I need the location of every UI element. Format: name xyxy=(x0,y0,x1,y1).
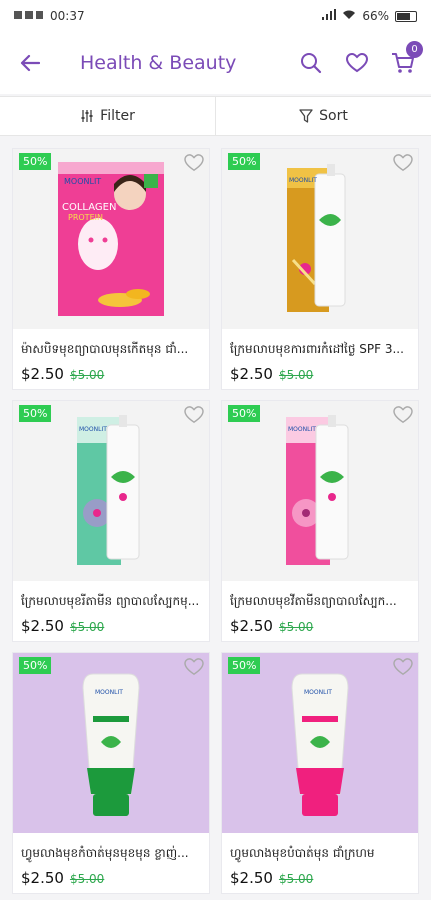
product-old-price: $5.00 xyxy=(69,620,105,634)
filter-sliders-icon xyxy=(81,110,93,122)
product-old-price: $5.00 xyxy=(69,368,105,382)
filter-label: Filter xyxy=(100,108,135,124)
favorite-heart-icon[interactable] xyxy=(183,152,205,174)
product-card[interactable]: 50% MOONLIT ក្រែមលាបមុខវីតាមីនព្យាបាលស្ប… xyxy=(221,400,419,642)
price-row: $2.50 $5.00 xyxy=(222,359,418,383)
sort-label: Sort xyxy=(319,108,348,124)
product-card[interactable]: 50% MOONLIT ហ្វូមលាងមុខកំចាត់មុនមុខមុន ខ… xyxy=(12,652,210,894)
status-time: 00:37 xyxy=(50,9,85,23)
product-image: 50% MOONLIT xyxy=(13,653,209,833)
product-grid: 50% MOONLIT COLLAGEN PROTEIN ម៉ាសបិទមុខព… xyxy=(0,136,431,894)
vitamin-cream-box-graphic: MOONLIT xyxy=(77,415,140,565)
product-price: $2.50 xyxy=(21,617,64,635)
product-old-price: $5.00 xyxy=(278,620,314,634)
product-price: $2.50 xyxy=(230,869,273,887)
product-label-2: PROTEIN xyxy=(68,213,103,222)
product-image: 50% MOONLIT xyxy=(13,401,209,581)
whitening-cream-box-graphic: MOONLIT xyxy=(286,415,349,565)
discount-badge: 50% xyxy=(19,153,52,170)
discount-badge: 50% xyxy=(228,405,261,422)
product-name: ក្រែមលាបមុខការពារកំដៅថ្ងៃ SPF 3... xyxy=(230,342,404,356)
product-card[interactable]: 50% MOONLIT ហ្វូមលាងមុខបំបាត់មុន ជាំក្រហ… xyxy=(221,652,419,894)
product-price: $2.50 xyxy=(230,365,273,383)
price-row: $2.50 $5.00 xyxy=(13,359,209,383)
product-image: 50% MOONLIT xyxy=(222,149,418,329)
product-price: $2.50 xyxy=(21,365,64,383)
status-left: 00:37 xyxy=(14,9,85,23)
status-right: 66% xyxy=(322,9,417,23)
page-title: Health & Beauty xyxy=(80,52,237,74)
product-old-price: $5.00 xyxy=(69,872,105,886)
favorite-heart-icon[interactable] xyxy=(183,656,205,678)
battery-percent: 66% xyxy=(362,9,389,23)
discount-badge: 50% xyxy=(19,405,52,422)
brand-text: MOONLIT xyxy=(64,177,101,186)
discount-badge: 50% xyxy=(228,657,261,674)
price-row: $2.50 $5.00 xyxy=(13,863,209,887)
product-old-price: $5.00 xyxy=(278,368,314,382)
discount-badge: 50% xyxy=(19,657,52,674)
search-icon[interactable] xyxy=(297,49,325,77)
product-name: ក្រែមលាបមុខវីតាមីនព្យាបាលស្បែក... xyxy=(230,594,397,608)
favorite-heart-icon[interactable] xyxy=(392,152,414,174)
mask-package-graphic: MOONLIT COLLAGEN PROTEIN xyxy=(58,162,164,316)
price-row: $2.50 $5.00 xyxy=(222,863,418,887)
brand-text: MOONLIT xyxy=(304,689,332,696)
product-price: $2.50 xyxy=(230,617,273,635)
status-bar: 00:37 66% xyxy=(0,0,431,32)
battery-icon xyxy=(395,10,417,22)
favorite-heart-icon[interactable] xyxy=(392,656,414,678)
price-row: $2.50 $5.00 xyxy=(13,611,209,635)
filter-sort-bar: Filter Sort xyxy=(0,96,431,136)
product-price: $2.50 xyxy=(21,869,64,887)
heart-icon[interactable] xyxy=(343,49,371,77)
brand-text: MOONLIT xyxy=(289,177,317,184)
back-arrow-icon[interactable] xyxy=(14,47,46,79)
sunscreen-box-graphic: MOONLIT xyxy=(287,164,346,312)
favorite-heart-icon[interactable] xyxy=(183,404,205,426)
wifi-icon xyxy=(342,9,356,23)
product-image: 50% MOONLIT xyxy=(222,401,418,581)
product-name: ក្រែមលាបមុខរីតាមីន ព្យាបាលស្បែកមុ... xyxy=(21,594,200,608)
product-name: ហ្វូមលាងមុខកំចាត់មុនមុខមុន ខ្លាញ់... xyxy=(21,846,189,860)
product-image: 50% MOONLIT COLLAGEN PROTEIN xyxy=(13,149,209,329)
facial-foam-tube-graphic: MOONLIT xyxy=(291,673,349,816)
brand-text: MOONLIT xyxy=(288,426,316,433)
filter-button[interactable]: Filter xyxy=(0,97,215,135)
sort-button[interactable]: Sort xyxy=(215,97,431,135)
product-card[interactable]: 50% MOONLIT COLLAGEN PROTEIN ម៉ាសបិទមុខព… xyxy=(12,148,210,390)
app-bar: Health & Beauty 0 xyxy=(0,32,431,94)
product-card[interactable]: 50% MOONLIT ក្រែមលាបមុខការពារកំដៅថ្ងៃ SP… xyxy=(221,148,419,390)
product-card[interactable]: 50% MOONLIT ក្រែមលាបមុខរីតាមីន ព្យាបាលស្… xyxy=(12,400,210,642)
product-image: 50% MOONLIT xyxy=(222,653,418,833)
app-actions: 0 xyxy=(297,41,423,77)
discount-badge: 50% xyxy=(228,153,261,170)
brand-text: MOONLIT xyxy=(79,426,107,433)
signal-icon xyxy=(322,9,337,23)
product-old-price: $5.00 xyxy=(278,872,314,886)
product-name: ហ្វូមលាងមុខបំបាត់មុន ជាំក្រហម xyxy=(230,846,375,860)
cart-button[interactable]: 0 xyxy=(389,41,423,77)
facial-foam-tube-graphic: MOONLIT xyxy=(82,673,140,816)
product-name: ម៉ាសបិទមុខព្យាបាលមុនកើតមុន ជាំ... xyxy=(21,342,189,356)
favorite-heart-icon[interactable] xyxy=(392,404,414,426)
price-row: $2.50 $5.00 xyxy=(222,611,418,635)
brand-text: MOONLIT xyxy=(95,689,123,696)
notification-icons xyxy=(14,9,44,23)
funnel-icon xyxy=(299,109,313,123)
product-label: COLLAGEN xyxy=(62,202,116,213)
cart-count-badge: 0 xyxy=(406,41,423,58)
